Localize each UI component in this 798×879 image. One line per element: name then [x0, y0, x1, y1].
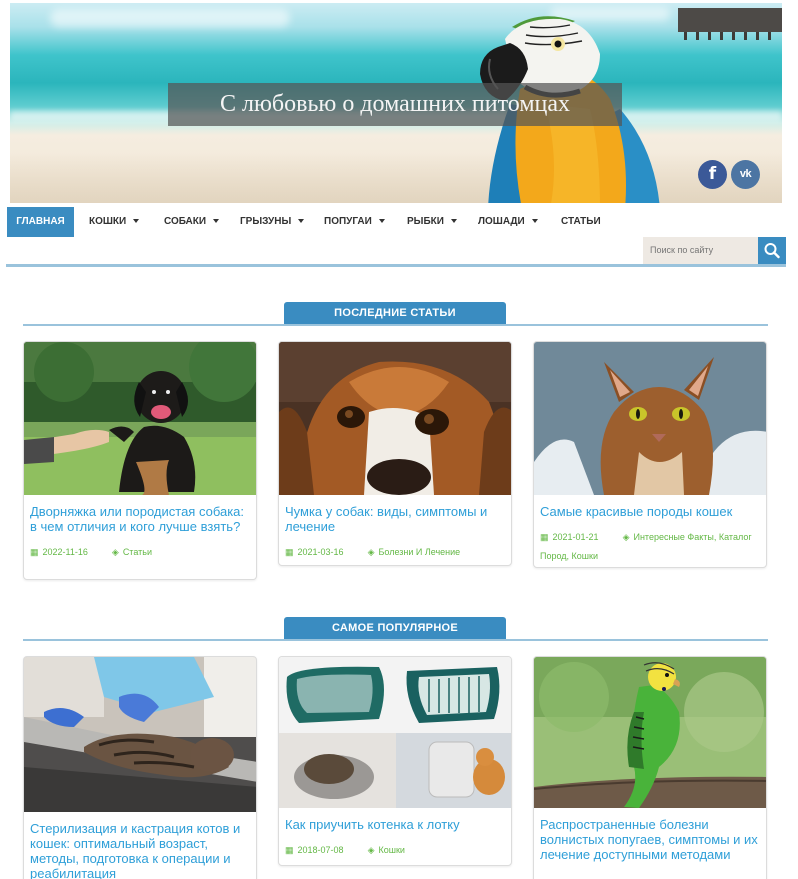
article-date: 2021-03-16 [297, 547, 344, 557]
section-divider [23, 324, 768, 326]
article-card[interactable]: Чумка у собак: виды, симптомы и лечение … [278, 341, 512, 566]
article-meta: ▦ 2018-07-08 ◈ Кошки [279, 841, 511, 860]
article-date: 2022-11-16 [42, 547, 88, 557]
article-meta: ▦ 2021-01-21 ◈ Интересные Факты, Каталог По… [534, 528, 766, 566]
search-icon [764, 243, 780, 259]
vk-icon[interactable]: vk [731, 160, 760, 189]
budgie-photo [534, 657, 766, 808]
article-card[interactable]: Как приучить котенка к лотку ▦ 2018-07-08… [278, 656, 512, 866]
chevron-down-icon [133, 219, 140, 224]
nav-label: ПОПУГАИ [324, 216, 372, 227]
search-button[interactable] [758, 237, 786, 264]
nav-label: РЫБКИ [407, 216, 444, 227]
article-title[interactable]: Самые красивые породы кошек [534, 504, 766, 519]
calendar-icon: ▦ [285, 547, 294, 557]
tag-icon: ◈ [367, 547, 375, 557]
article-image-budgie[interactable] [534, 657, 766, 808]
nav-item-parrots[interactable]: ПОПУГАИ [324, 207, 385, 237]
nav-label: СТАТЬИ [561, 216, 601, 227]
nav-label: ЛОШАДИ [478, 216, 525, 227]
section-divider [23, 639, 768, 641]
article-title[interactable]: Дворняжка или породистая собака: в чем о… [24, 504, 256, 534]
nav-item-cats[interactable]: КОШКИ [89, 207, 140, 237]
dog-photo [24, 342, 256, 495]
nav-item-home[interactable]: ГЛАВНАЯ [7, 207, 74, 237]
article-image-litter[interactable] [279, 657, 511, 808]
article-title[interactable]: Как приучить котенка к лотку [279, 817, 511, 832]
nav-item-articles[interactable]: СТАТЬИ [561, 207, 601, 237]
tag-icon: ◈ [622, 532, 630, 542]
tag-icon: ◈ [367, 845, 375, 855]
article-date: 2021-01-21 [552, 532, 599, 542]
article-title[interactable]: Распространенные болезни волнистых попуг… [534, 817, 766, 862]
article-title[interactable]: Чумка у собак: виды, симптомы и лечение [279, 504, 511, 534]
article-image-dog[interactable] [24, 342, 256, 495]
chevron-down-icon [378, 219, 385, 224]
nav-label: СОБАКИ [164, 216, 207, 227]
calendar-icon: ▦ [540, 532, 549, 542]
article-card[interactable]: Дворняжка или породистая собака: в чем о… [23, 341, 257, 580]
section-heading-latest: ПОСЛЕДНИЕ СТАТЬИ [284, 302, 506, 325]
header-banner: С любовью о домашних питомцах f vk [10, 3, 782, 203]
section-heading-popular: САМОЕ ПОПУЛЯРНОЕ [284, 617, 506, 640]
litter-box-photo [279, 657, 511, 808]
article-date: 2018-07-08 [297, 845, 344, 855]
site-title[interactable]: С любовью о домашних питомцах [168, 83, 622, 126]
nav-item-horses[interactable]: ЛОШАДИ [478, 207, 538, 237]
tag-icon: ◈ [111, 547, 119, 557]
beagle-photo [279, 342, 511, 495]
calendar-icon: ▦ [285, 845, 294, 855]
article-meta: ▦ 2022-11-16 ◈ Статьи [24, 543, 256, 562]
article-image-cat[interactable] [534, 342, 766, 495]
chevron-down-icon [298, 219, 305, 224]
nav-item-rodents[interactable]: ГРЫЗУНЫ [240, 207, 305, 237]
nav-label: ГЛАВНАЯ [16, 216, 65, 227]
banner-cloud [50, 9, 290, 27]
article-card[interactable]: Стерилизация и кастрация котов и кошек: … [23, 656, 257, 879]
article-card[interactable]: Распространенные болезни волнистых попуг… [533, 656, 767, 879]
nav-item-fish[interactable]: РЫБКИ [407, 207, 457, 237]
search-input[interactable] [643, 237, 758, 264]
article-card[interactable]: Самые красивые породы кошек ▦ 2021-01-21 ◈… [533, 341, 767, 568]
article-title[interactable]: Стерилизация и кастрация котов и кошек: … [24, 821, 256, 879]
article-meta: ▦ 2021-03-16 ◈ Болезни И Лечение [279, 543, 511, 562]
article-category[interactable]: Статьи [123, 547, 152, 557]
chevron-down-icon [450, 219, 457, 224]
article-category[interactable]: Болезни И Лечение [378, 547, 460, 557]
chevron-down-icon [531, 219, 538, 224]
main-navigation: ГЛАВНАЯ КОШКИ СОБАКИ ГРЫЗУНЫ ПОПУГАИ РЫБ… [6, 205, 786, 267]
vet-cat-photo [24, 657, 256, 812]
nav-label: КОШКИ [89, 216, 127, 227]
nav-item-dogs[interactable]: СОБАКИ [164, 207, 220, 237]
banner-pier [678, 8, 782, 40]
calendar-icon: ▦ [30, 547, 39, 557]
facebook-icon[interactable]: f [698, 160, 727, 189]
chevron-down-icon [213, 219, 220, 224]
article-category[interactable]: Кошки [378, 845, 404, 855]
nav-label: ГРЫЗУНЫ [240, 216, 292, 227]
article-image-vet[interactable] [24, 657, 256, 812]
article-image-beagle[interactable] [279, 342, 511, 495]
abyssinian-cat-photo [534, 342, 766, 495]
